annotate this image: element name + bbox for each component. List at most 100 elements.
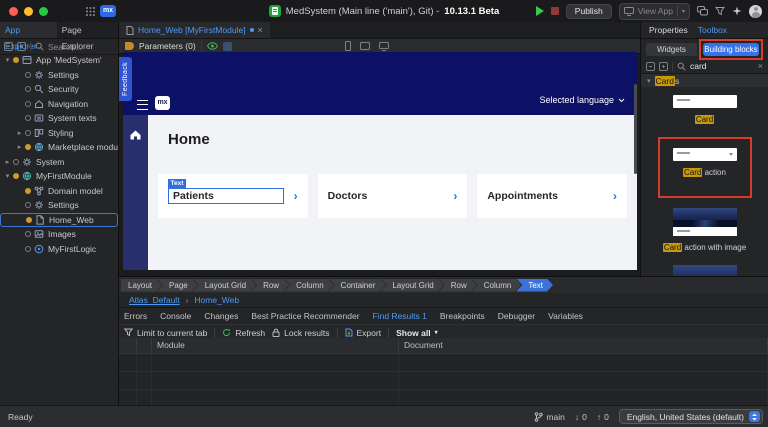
dock-tab-find-results-1[interactable]: Find Results 1	[373, 311, 427, 321]
feedback-bubble-icon[interactable]	[697, 6, 708, 16]
home-icon[interactable]	[129, 129, 142, 141]
breadcrumb-layout-grid-6[interactable]: Layout Grid	[380, 279, 443, 292]
tree-item-images[interactable]: Images	[0, 227, 118, 242]
chevron-right-icon[interactable]: ▸	[15, 143, 24, 151]
export-button[interactable]: Export	[345, 328, 382, 338]
refresh-button[interactable]: Refresh	[222, 328, 265, 338]
cards-section-header[interactable]: ▾ Cards	[641, 74, 768, 87]
tree-item-myfirstlogic[interactable]: MyFirstLogic	[0, 242, 118, 257]
breadcrumb-row-3[interactable]: Row	[251, 279, 289, 292]
dock-tab-errors[interactable]: Errors	[124, 311, 147, 321]
tree-item-domain-model[interactable]: Domain model	[0, 184, 118, 199]
limit-to-current-tab-toggle[interactable]: Limit to current tab	[124, 328, 207, 338]
expand-all-icon[interactable]	[17, 42, 26, 51]
tree-item-system[interactable]: ▸ System	[0, 155, 118, 170]
lock-results-button[interactable]: Lock results	[272, 328, 329, 338]
tree-item-system-texts[interactable]: System texts	[0, 111, 118, 126]
tree-item-marketplace-modules[interactable]: ▸Marketplace modules	[0, 140, 118, 155]
visibility-eye-icon[interactable]	[207, 42, 218, 50]
canvas-scrollbar[interactable]	[634, 84, 637, 174]
building-blocks-button[interactable]: Building blocks	[703, 43, 759, 56]
tree-item-home-web[interactable]: Home_Web	[0, 213, 118, 228]
tab-properties[interactable]: Properties	[649, 25, 688, 35]
close-window-button[interactable]	[9, 7, 18, 16]
tablet-icon[interactable]	[360, 42, 370, 50]
hamburger-menu-icon[interactable]	[137, 100, 148, 110]
dock-tab-best-practice-recommender[interactable]: Best Practice Recommender	[251, 311, 359, 321]
breadcrumb-text-9[interactable]: Text	[516, 279, 553, 292]
table-row[interactable]	[119, 372, 768, 390]
close-tab-icon[interactable]: ×	[258, 25, 263, 35]
tree-item-settings[interactable]: Settings	[0, 68, 118, 83]
stop-app-button[interactable]	[551, 7, 559, 15]
minimize-window-button[interactable]	[24, 7, 33, 16]
dock-tab-changes[interactable]: Changes	[204, 311, 238, 321]
tree-item-label: System	[36, 157, 64, 167]
run-app-button[interactable]	[536, 6, 544, 16]
desktop-icon[interactable]	[379, 42, 389, 51]
tab-home-web[interactable]: Home_Web [MyFirstModule] ×	[119, 22, 270, 38]
breadcrumb-atlas-default[interactable]: Atlas_Default	[129, 295, 180, 305]
chevron-down-icon[interactable]: ▾	[3, 172, 12, 180]
widgets-button[interactable]: Widgets	[646, 43, 697, 56]
toolbox-search-input[interactable]: card	[690, 61, 754, 71]
search-input[interactable]: Search...	[48, 42, 82, 52]
fullscreen-window-button[interactable]	[39, 7, 48, 16]
ai-sparkle-icon[interactable]	[732, 6, 742, 16]
collapse-all-icon[interactable]	[646, 62, 655, 71]
breadcrumb-row-7[interactable]: Row	[439, 279, 477, 292]
tree-item-app-medsystem[interactable]: ▾App 'MedSystem'	[0, 53, 118, 68]
breadcrumb-column-8[interactable]: Column	[472, 279, 522, 292]
clear-search-icon[interactable]: ×	[758, 61, 763, 71]
table-row[interactable]	[119, 354, 768, 372]
chevron-down-icon[interactable]: ▾	[3, 56, 12, 64]
app-grid-icon[interactable]	[85, 6, 96, 17]
chevron-right-icon[interactable]: ▸	[15, 129, 24, 137]
phone-icon[interactable]	[345, 41, 351, 51]
thumb-text-bar	[673, 227, 737, 236]
conditional-visibility-icon[interactable]	[223, 42, 232, 51]
building-block-card-action[interactable]: Card action	[673, 148, 737, 177]
tree-item-settings[interactable]: Settings	[0, 198, 118, 213]
chevron-down-icon[interactable]: ▾	[682, 8, 685, 15]
view-app-button[interactable]: View App ▾	[619, 3, 690, 20]
card-appointments[interactable]: Appointments›	[477, 174, 627, 218]
dock-tab-variables[interactable]: Variables	[548, 311, 583, 321]
breadcrumb-page-1[interactable]: Page	[157, 279, 198, 292]
tree-item-navigation[interactable]: Navigation	[0, 97, 118, 112]
filter-icon[interactable]	[715, 6, 725, 16]
parameters-label[interactable]: Parameters (0)	[139, 41, 196, 51]
collapse-all-icon[interactable]	[4, 42, 13, 51]
selected-language-dropdown[interactable]: Selected language	[539, 95, 625, 105]
outgoing-commits[interactable]: ↑ 0	[597, 412, 609, 422]
git-branch-indicator[interactable]: main	[534, 412, 564, 422]
show-all-dropdown[interactable]: Show all ▾	[396, 328, 438, 338]
tree-item-styling[interactable]: ▸Styling	[0, 126, 118, 141]
language-selector[interactable]: English, United States (default)	[619, 409, 763, 424]
tab-page-explorer[interactable]: Page Explorer	[57, 22, 118, 38]
chevron-right-icon[interactable]: ▸	[3, 158, 12, 166]
publish-button[interactable]: Publish	[566, 4, 612, 19]
card-patients[interactable]: TextPatients›	[158, 174, 308, 218]
feedback-tab[interactable]: Feedback	[119, 57, 132, 101]
breadcrumb-layout-0[interactable]: Layout	[121, 279, 162, 292]
breadcrumb-home-web[interactable]: Home_Web	[194, 295, 239, 305]
user-avatar[interactable]	[749, 5, 762, 18]
logic-icon	[34, 244, 45, 254]
breadcrumb-layout-grid-2[interactable]: Layout Grid	[193, 279, 256, 292]
tree-item-security[interactable]: Security	[0, 82, 118, 97]
dock-tab-console[interactable]: Console	[160, 311, 191, 321]
expand-all-icon[interactable]	[659, 62, 668, 71]
tab-app-explorer[interactable]: App Explorer	[0, 22, 57, 38]
tree-item-myfirstmodule[interactable]: ▾MyFirstModule	[0, 169, 118, 184]
breadcrumb-column-4[interactable]: Column	[284, 279, 334, 292]
building-block-card[interactable]: Card	[673, 95, 737, 124]
incoming-commits[interactable]: ↓ 0	[575, 412, 587, 422]
page-canvas[interactable]: mx Selected language Home TextPatients›D…	[123, 52, 637, 270]
card-doctors[interactable]: Doctors›	[318, 174, 468, 218]
dock-tab-breakpoints[interactable]: Breakpoints	[440, 311, 485, 321]
building-block-card-action-with-image[interactable]: Card action with image	[663, 208, 746, 252]
tab-toolbox[interactable]: Toolbox	[698, 25, 727, 35]
breadcrumb-container-5[interactable]: Container	[329, 279, 386, 292]
dock-tab-debugger[interactable]: Debugger	[498, 311, 535, 321]
